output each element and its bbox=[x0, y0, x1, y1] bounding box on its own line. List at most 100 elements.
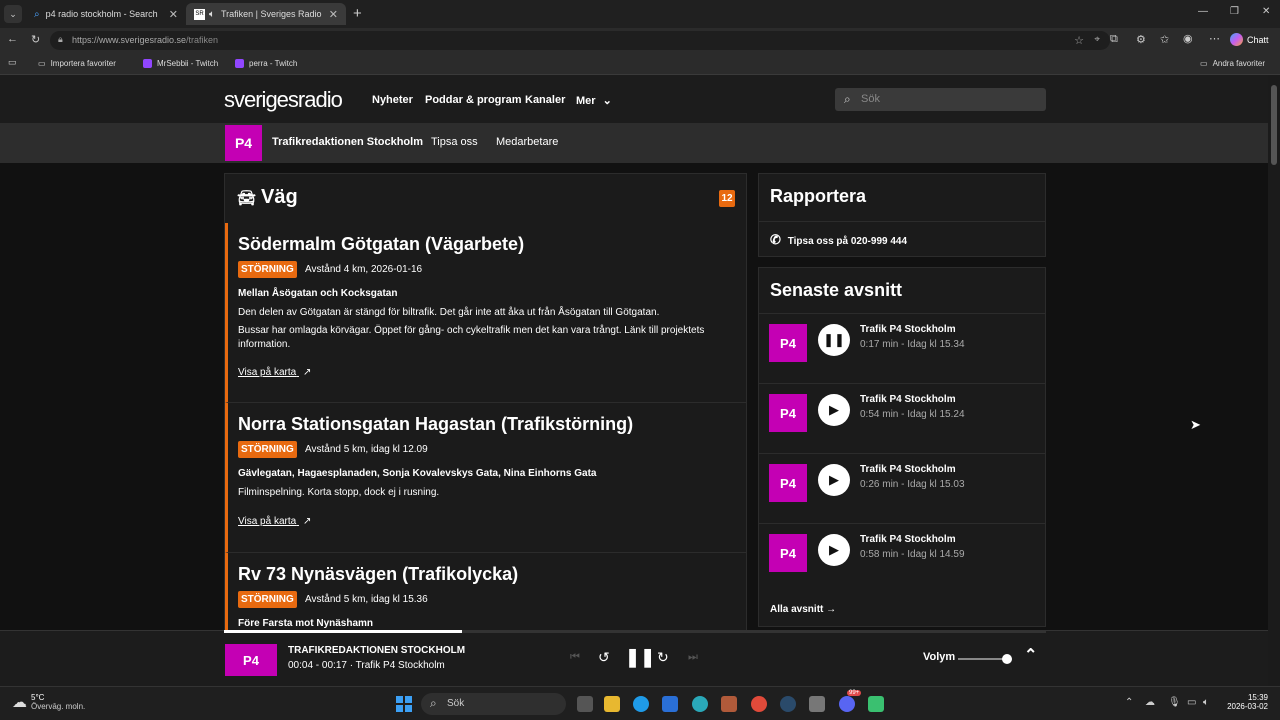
search-input[interactable]: ⌕ Sök bbox=[835, 88, 1046, 111]
chrome-icon[interactable] bbox=[751, 696, 767, 712]
fav-import[interactable]: ▭ Importera favoriter bbox=[38, 59, 116, 68]
scrollbar-thumb[interactable] bbox=[1271, 85, 1277, 165]
task-view-icon[interactable] bbox=[577, 696, 593, 712]
play-button[interactable]: ▶ bbox=[818, 394, 850, 426]
play-button[interactable]: ▶ bbox=[818, 534, 850, 566]
expand-player-icon[interactable]: ⌃ bbox=[1024, 645, 1037, 665]
extension-icon[interactable]: ⚙ bbox=[1136, 33, 1146, 46]
weather-widget[interactable]: ☁ 5°C Övervāg. moln. bbox=[12, 693, 85, 711]
medarbetare-link[interactable]: Medarbetare bbox=[496, 136, 558, 148]
tab-title: p4 radio stockholm - Search bbox=[45, 9, 158, 19]
traffic-item: Södermalm Götgatan (Vägarbete) STÖRNING … bbox=[225, 223, 747, 403]
item-title[interactable]: Norra Stationsgatan Hagastan (Trafikstör… bbox=[238, 414, 633, 435]
windows-logo-icon bbox=[396, 696, 403, 703]
mail-icon[interactable] bbox=[662, 696, 678, 712]
close-icon[interactable]: ✕ bbox=[169, 8, 178, 21]
url-path: /trafiken bbox=[186, 35, 219, 45]
close-window-button[interactable]: ✕ bbox=[1262, 6, 1270, 17]
item-meta: Avstånd 4 km, 2026-01-16 bbox=[305, 264, 423, 275]
external-link-icon: ↗ bbox=[302, 516, 312, 527]
close-icon[interactable]: ✕ bbox=[329, 8, 338, 21]
favorites-bar: ▭ ▭ Importera favoriter MrSebbii - Twitc… bbox=[0, 53, 1280, 75]
latest-episodes-card: Senaste avsnitt P4 ❚❚ Trafik P4 Stockhol… bbox=[758, 267, 1046, 627]
location-icon[interactable]: ⌖ bbox=[1094, 34, 1100, 45]
weather-temp: 5°C bbox=[31, 693, 45, 702]
item-title[interactable]: Rv 73 Nynäsvägen (Trafikolycka) bbox=[238, 564, 518, 585]
program-title[interactable]: Trafikredaktionen Stockholm bbox=[272, 136, 423, 148]
forward-icon[interactable]: ↻ bbox=[657, 649, 669, 666]
tab-search[interactable]: ⌕ p4 radio stockholm - Search ✕ bbox=[26, 3, 186, 25]
volume-knob[interactable] bbox=[1001, 654, 1012, 664]
playback-progress-bar[interactable] bbox=[224, 630, 1046, 633]
map-link[interactable]: Visa på karta ↗ bbox=[238, 516, 311, 527]
restore-button[interactable]: ❐ bbox=[1230, 6, 1239, 17]
minimize-button[interactable]: — bbox=[1198, 6, 1208, 17]
cloud-tray-icon[interactable]: ☁ bbox=[1145, 697, 1155, 708]
star-icon[interactable]: ☆ bbox=[1074, 34, 1084, 47]
url-field[interactable]: 🔒︎ https://www.sverigesradio.se/trafiken… bbox=[50, 31, 1110, 50]
episode-item[interactable]: P4 ▶ Trafik P4 Stockholm 0:58 min - Idag… bbox=[759, 523, 1045, 593]
traffic-item: Norra Stationsgatan Hagastan (Trafikstör… bbox=[225, 403, 747, 553]
fav-perra[interactable]: perra - Twitch bbox=[235, 59, 297, 68]
volume-slider[interactable] bbox=[958, 654, 1012, 664]
episode-item[interactable]: P4 ▶ Trafik P4 Stockholm 0:26 min - Idag… bbox=[759, 453, 1045, 523]
episode-title: Trafik P4 Stockholm bbox=[860, 464, 956, 475]
file-explorer-icon[interactable] bbox=[604, 696, 620, 712]
tab-list-button[interactable]: ⌄ bbox=[4, 5, 22, 23]
app-green-icon[interactable] bbox=[868, 696, 884, 712]
nav-kanaler[interactable]: Kanaler bbox=[525, 94, 565, 106]
extensions-icon[interactable]: ⧉ bbox=[1110, 33, 1118, 46]
twitch-icon bbox=[235, 59, 244, 68]
windows-taskbar: ☁ 5°C Övervāg. moln. ⌕ Sök 99+ ⌃ ☁ 🎙︎ ▭ … bbox=[0, 686, 1280, 720]
map-link[interactable]: Visa på karta ↗ bbox=[238, 367, 311, 378]
item-title[interactable]: Södermalm Götgatan (Vägarbete) bbox=[238, 234, 524, 255]
volume-icon[interactable]: 🔈︎ bbox=[1203, 697, 1209, 708]
page-scrollbar[interactable] bbox=[1268, 75, 1280, 686]
taskbar-search[interactable]: ⌕ Sök bbox=[421, 693, 566, 715]
brave-icon[interactable] bbox=[721, 696, 737, 712]
tab-trafiken[interactable]: SR 🔈︎ Trafiken | Sveriges Radio ✕ bbox=[186, 3, 346, 25]
network-icon[interactable]: ▭ bbox=[1187, 697, 1196, 708]
fav-other[interactable]: ▭ Andra favoriter bbox=[1200, 59, 1265, 68]
pause-button[interactable]: ❚❚ bbox=[818, 324, 850, 356]
notification-badge: 99+ bbox=[847, 690, 862, 696]
skip-next-icon[interactable]: ⏭︎ bbox=[688, 651, 698, 664]
app-icon[interactable] bbox=[692, 696, 708, 712]
tipsa-oss-link[interactable]: Tipsa oss bbox=[431, 136, 478, 148]
favorites-icon[interactable]: ✩ bbox=[1160, 33, 1169, 46]
nav-mer[interactable]: Mer ⌄ bbox=[576, 94, 612, 107]
fav-mrsebbii[interactable]: MrSebbii - Twitch bbox=[143, 59, 218, 68]
episode-item[interactable]: P4 ❚❚ Trafik P4 Stockholm 0:17 min - Ida… bbox=[759, 313, 1045, 383]
discord-icon[interactable] bbox=[839, 696, 855, 712]
rewind-icon[interactable]: ↺ bbox=[598, 649, 610, 666]
episode-image-text: P4 bbox=[780, 335, 796, 351]
episode-image: P4 bbox=[769, 324, 807, 362]
play-button[interactable]: ▶ bbox=[818, 464, 850, 496]
speaker-icon[interactable]: 🔈︎ bbox=[209, 9, 215, 20]
player-pause-button[interactable]: ❚❚ bbox=[625, 647, 655, 668]
nav-nyheter[interactable]: Nyheter bbox=[372, 94, 413, 106]
microphone-icon[interactable]: 🎙︎ bbox=[1168, 697, 1181, 708]
sidebar-toggle-icon[interactable]: ▭ bbox=[8, 57, 17, 68]
new-tab-button[interactable]: + bbox=[353, 5, 362, 22]
skip-previous-icon[interactable]: ⏮︎ bbox=[570, 651, 580, 664]
profile-icon[interactable]: ◉ bbox=[1183, 32, 1193, 45]
tray-chevron-icon[interactable]: ⌃ bbox=[1125, 697, 1133, 708]
back-icon[interactable]: ← bbox=[7, 33, 18, 45]
nav-poddar[interactable]: Poddar & program bbox=[425, 94, 522, 106]
clock[interactable]: 15:39 2026-03-02 bbox=[1222, 693, 1268, 711]
refresh-icon[interactable]: ↻ bbox=[31, 33, 40, 46]
edge-icon[interactable] bbox=[633, 696, 649, 712]
phone-link[interactable]: ✆ Tipsa oss på 020-999 444 bbox=[759, 221, 1045, 257]
p4-logo[interactable]: P4 bbox=[225, 125, 262, 161]
episode-item[interactable]: P4 ▶ Trafik P4 Stockholm 0:54 min - Idag… bbox=[759, 383, 1045, 453]
clock-time: 15:39 bbox=[1247, 693, 1268, 702]
game-icon[interactable] bbox=[809, 696, 825, 712]
steam-icon[interactable] bbox=[780, 696, 796, 712]
episode-image-text: P4 bbox=[780, 475, 796, 491]
site-logo[interactable]: sverigesradio bbox=[224, 87, 343, 113]
copilot-chat-button[interactable]: Chatt bbox=[1230, 33, 1269, 46]
more-icon[interactable]: ⋯ bbox=[1209, 32, 1220, 45]
start-button[interactable] bbox=[396, 696, 412, 712]
all-episodes-link[interactable]: Alla avsnitt → bbox=[770, 604, 836, 615]
